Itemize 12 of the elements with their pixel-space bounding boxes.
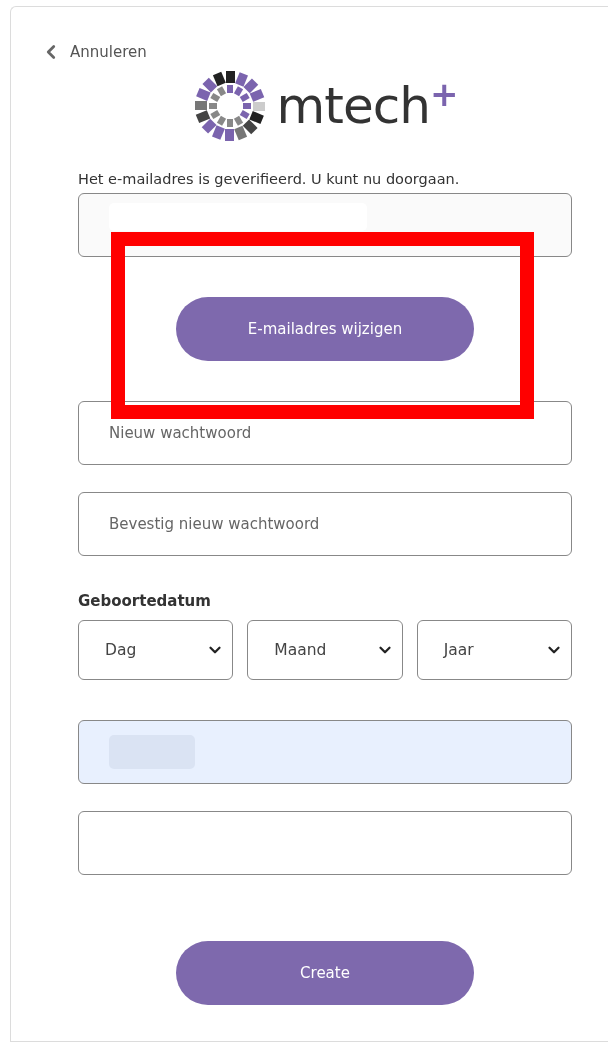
change-email-button[interactable]: E-mailadres wijzigen <box>176 297 474 361</box>
birthdate-label: Geboortedatum <box>78 592 212 610</box>
create-button[interactable]: Create <box>176 941 474 1005</box>
dropdown[interactable]: Dag <box>78 620 234 680</box>
verified-message: Het e-mailadres is geverifieerd. U kunt nu doorgaan. <box>78 171 461 187</box>
dropdown[interactable]: Maand <box>247 620 403 680</box>
cancel-link[interactable]: Annuleren <box>40 41 147 63</box>
input-field[interactable]: Bevestig nieuw wachtwoord <box>78 492 572 556</box>
input-field[interactable] <box>78 720 572 784</box>
dropdown[interactable]: Jaar <box>416 620 572 680</box>
logo-wordmark: mtech+ <box>276 81 458 131</box>
input-field[interactable] <box>78 811 572 875</box>
